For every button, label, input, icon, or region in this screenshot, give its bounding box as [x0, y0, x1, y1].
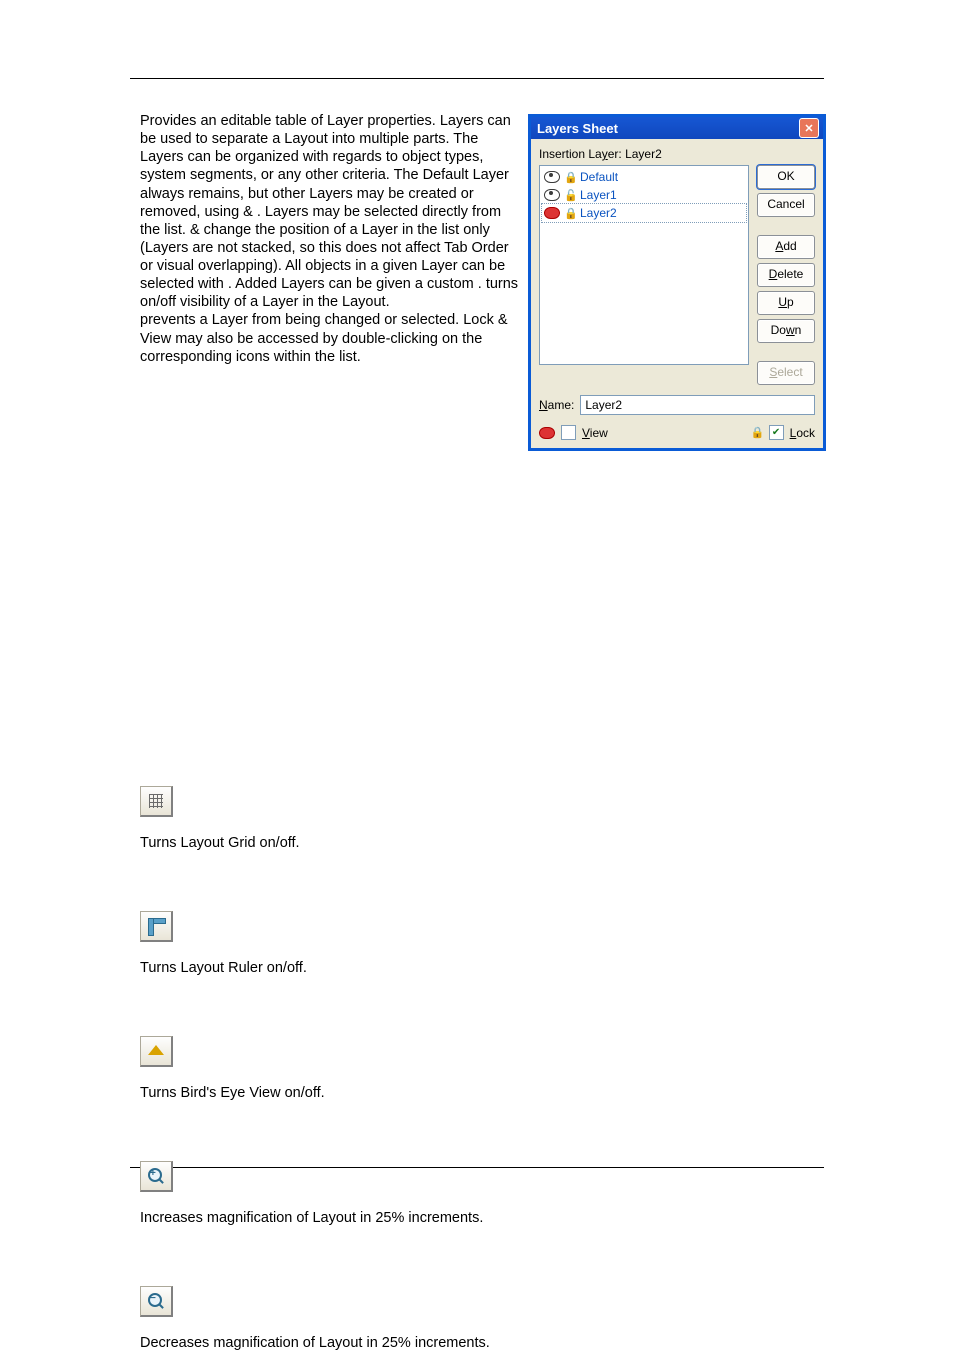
birdseye-icon[interactable] [140, 1036, 173, 1067]
layers-sheet-dialog: Layers Sheet ✕ Insertion Layer: Layer2 🔒… [528, 114, 826, 451]
layer-row-layer2[interactable]: 🔒 Layer2 [542, 204, 746, 222]
lock-checkbox-label: Lock [790, 426, 815, 440]
section-birdseye: Turns Bird's Eye View on/off. [140, 1036, 824, 1101]
eye-icon[interactable] [544, 189, 560, 201]
name-label: Name: [539, 398, 574, 412]
description-text: Provides an editable table of Layer prop… [140, 112, 520, 366]
dialog-titlebar[interactable]: Layers Sheet ✕ [531, 117, 823, 139]
close-icon[interactable]: ✕ [799, 118, 819, 138]
insertion-layer-label: Insertion Layer: Layer2 [539, 147, 815, 161]
section-zoom-out-text: Decreases magnification of Layout in 25%… [140, 1335, 824, 1351]
section-birdseye-text: Turns Bird's Eye View on/off. [140, 1085, 824, 1101]
para1-amp1: & [243, 204, 257, 220]
section-zoom-in-text: Increases magnification of Layout in 25%… [140, 1210, 824, 1226]
para1-d: . Added Layers can be given a custom [228, 276, 478, 292]
insertion-label-a: Insertion La [539, 147, 602, 161]
layer-name: Layer2 [580, 206, 617, 220]
layer-name: Layer1 [580, 188, 617, 202]
layer-row-default[interactable]: 🔒 Default [542, 168, 746, 186]
lock-checkbox[interactable] [769, 425, 784, 440]
section-zoom-in: + Increases magnification of Layout in 2… [140, 1161, 824, 1226]
unlock-icon[interactable]: 🔓 [564, 189, 576, 202]
layer-list[interactable]: 🔒 Default 🔓 Layer1 🔒 Layer2 [539, 165, 749, 365]
name-input[interactable] [580, 395, 815, 415]
section-grid: Turns Layout Grid on/off. [140, 786, 824, 851]
section-ruler-text: Turns Layout Ruler on/off. [140, 960, 824, 976]
view-checkbox[interactable] [561, 425, 576, 440]
para2: prevents a Layer from being changed or s… [140, 312, 508, 364]
dialog-title: Layers Sheet [537, 121, 618, 136]
cancel-button[interactable]: Cancel [757, 193, 815, 217]
insertion-label-b: er: [608, 147, 625, 161]
section-zoom-out: − Decreases magnification of Layout in 2… [140, 1286, 824, 1351]
header-rule [130, 78, 824, 79]
zoom-in-icon[interactable]: + [140, 1161, 173, 1192]
eye-off-icon [539, 427, 555, 439]
layer-row-layer1[interactable]: 🔓 Layer1 [542, 186, 746, 204]
lock-icon[interactable]: 🔒 [564, 171, 576, 184]
para1-amp2: & [190, 222, 204, 238]
zoom-out-icon[interactable]: − [140, 1286, 173, 1317]
up-button[interactable]: Up [757, 291, 815, 315]
lock-icon: 🔒 [751, 426, 763, 439]
select-button[interactable]: Select [757, 361, 815, 385]
section-grid-text: Turns Layout Grid on/off. [140, 835, 824, 851]
ok-button[interactable]: OK [757, 165, 815, 189]
down-button[interactable]: Down [757, 319, 815, 343]
delete-button[interactable]: Delete [757, 263, 815, 287]
eye-off-icon[interactable] [544, 207, 560, 219]
ruler-icon[interactable] [140, 911, 173, 942]
insertion-layer-value: Layer2 [625, 147, 662, 161]
add-button[interactable]: Add [757, 235, 815, 259]
grid-icon[interactable] [140, 786, 173, 817]
view-checkbox-label: View [582, 426, 608, 440]
para1-e: . [478, 276, 486, 292]
section-ruler: Turns Layout Ruler on/off. [140, 911, 824, 976]
layer-name: Default [580, 170, 618, 184]
lock-icon[interactable]: 🔒 [564, 207, 576, 220]
eye-icon[interactable] [544, 171, 560, 183]
